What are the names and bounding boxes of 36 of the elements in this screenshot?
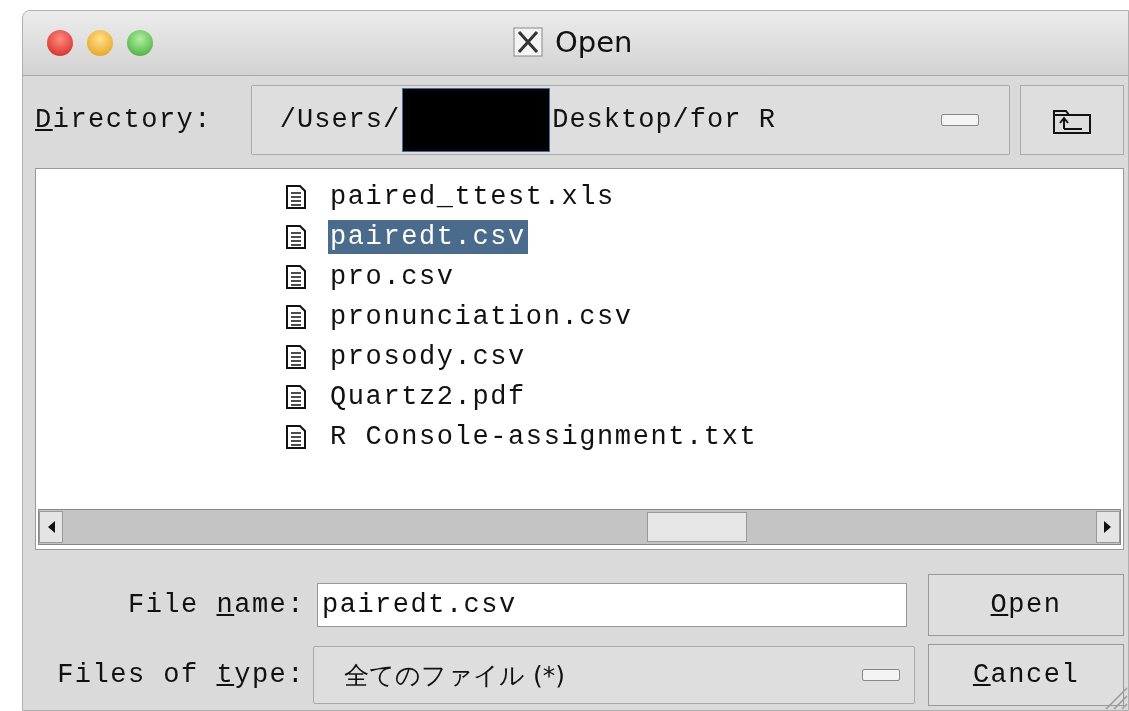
zoom-button[interactable] <box>127 30 153 56</box>
scroll-left-icon[interactable] <box>39 511 63 543</box>
path-text: /Users/ <box>279 105 401 135</box>
file-name-field[interactable]: pairedt.csv <box>317 583 907 627</box>
file-item[interactable]: prosody.csv <box>328 340 528 374</box>
file-name-label: File name: <box>126 590 306 620</box>
parent-folder-button[interactable] <box>1020 85 1124 155</box>
dropdown-indicator-icon <box>941 114 980 126</box>
document-icon <box>286 385 306 409</box>
scroll-thumb[interactable] <box>647 512 747 542</box>
file-type-dropdown[interactable]: 全てのファイル (*) <box>313 646 915 704</box>
cancel-button[interactable]: Cancel <box>928 644 1124 706</box>
document-icon <box>286 265 306 289</box>
directory-dropdown[interactable]: /Users/ Desktop/for R <box>250 85 1011 155</box>
directory-label: Directory: <box>35 105 214 135</box>
document-icon <box>286 225 306 249</box>
file-item[interactable]: Quartz2.pdf <box>328 380 528 414</box>
dropdown-indicator-icon <box>862 669 900 681</box>
open-button[interactable]: Open <box>928 574 1124 636</box>
window-title: Open <box>555 25 633 59</box>
file-item[interactable]: pro.csv <box>328 260 457 294</box>
document-icon <box>286 185 306 209</box>
path-text: Desktop/for R <box>552 105 776 135</box>
document-icon <box>286 425 306 449</box>
document-icon <box>286 305 306 329</box>
x-logo-icon <box>513 27 543 57</box>
horizontal-scrollbar[interactable] <box>38 509 1121 545</box>
close-button[interactable] <box>47 30 73 56</box>
file-item[interactable]: paired_ttest.xls <box>328 180 617 214</box>
file-item[interactable]: pronunciation.csv <box>328 300 635 334</box>
scroll-right-icon[interactable] <box>1096 511 1120 543</box>
file-item[interactable]: R Console-assignment.txt <box>328 420 760 454</box>
file-type-label: Files of type: <box>56 660 306 690</box>
minimize-button[interactable] <box>87 30 113 56</box>
document-icon <box>286 345 306 369</box>
file-item[interactable]: pairedt.csv <box>328 220 528 254</box>
